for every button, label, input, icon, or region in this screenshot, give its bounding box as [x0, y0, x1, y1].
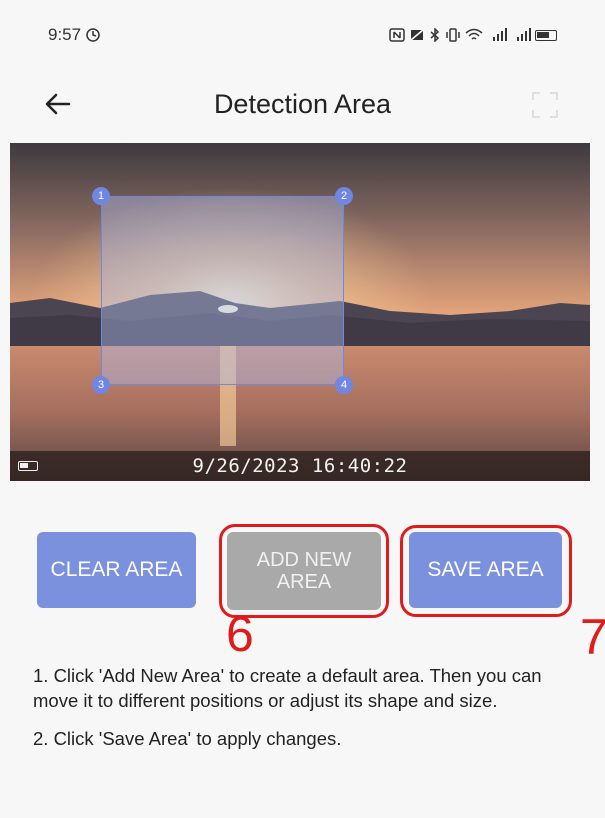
battery-icon: [535, 29, 557, 41]
bluetooth-icon: [430, 28, 440, 42]
time-label: 9:57: [48, 25, 82, 44]
save-area-button[interactable]: SAVE AREA: [409, 532, 562, 608]
instructions: 1. Click 'Add New Area' to create a defa…: [33, 664, 573, 766]
camera-preview[interactable]: 1 2 3 4 9/26/2023 16:40:22: [10, 143, 590, 481]
signal-5g-icon: [517, 28, 531, 41]
camera-timestamp: 9/26/2023 16:40:22: [192, 455, 408, 477]
status-icons: [389, 28, 557, 42]
wifi-icon: [465, 28, 483, 40]
clock-alarm-icon: [86, 28, 100, 42]
mute-icon: [410, 29, 424, 41]
instruction-1: 1. Click 'Add New Area' to create a defa…: [33, 665, 542, 711]
arrow-left-icon: [45, 93, 71, 115]
instruction-2: 2. Click 'Save Area' to apply changes.: [33, 728, 342, 750]
camera-battery-icon: [18, 461, 38, 471]
status-bar: 9:57: [0, 0, 605, 70]
callout-number-7: 7: [580, 609, 605, 665]
app-bar: Detection Area: [0, 72, 605, 136]
area-handle-3[interactable]: 3: [92, 376, 110, 394]
area-handle-4[interactable]: 4: [335, 376, 353, 394]
callout-number-6: 6: [226, 606, 254, 662]
vibrate-icon: [446, 28, 460, 42]
back-button[interactable]: [38, 86, 78, 122]
signal-4g-icon: [493, 28, 507, 41]
detection-area[interactable]: 1 2 3 4: [92, 187, 353, 394]
clear-area-button[interactable]: CLEAR AREA: [37, 532, 196, 608]
area-handle-2[interactable]: 2: [335, 187, 353, 205]
nfc-icon: [389, 28, 405, 42]
camera-info-bar: 9/26/2023 16:40:22: [10, 451, 590, 481]
add-new-area-button[interactable]: ADD NEW AREA: [227, 532, 381, 610]
page-title: Detection Area: [213, 88, 392, 119]
fullscreen-button[interactable]: [528, 88, 562, 122]
status-time: 9:57: [48, 25, 101, 45]
area-handle-1[interactable]: 1: [92, 187, 110, 205]
fullscreen-icon: [532, 92, 558, 118]
